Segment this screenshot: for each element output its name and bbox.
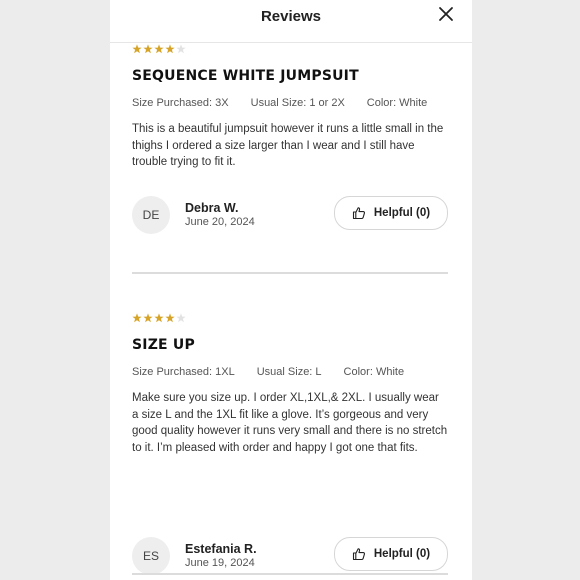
review-date: June 19, 2024 [185, 557, 255, 569]
helpful-button[interactable]: Helpful (0) [334, 537, 448, 571]
review-divider [132, 573, 448, 575]
review-divider [132, 272, 448, 274]
star-icon [132, 313, 142, 323]
star-icon [176, 44, 186, 54]
close-button[interactable] [438, 6, 454, 22]
review-body: Make sure you size up. I order XL,1XL,& … [132, 392, 448, 454]
review-body: This is a beautiful jumpsuit however it … [132, 123, 444, 168]
reviews-modal: Reviews SEQUENCE WHITE JUMPSUIT Size Pur… [110, 0, 472, 580]
close-icon [439, 7, 453, 21]
star-icon [165, 44, 175, 54]
star-icon [154, 44, 164, 54]
author-name: Debra W. [185, 201, 239, 215]
star-icon [143, 313, 153, 323]
review-date: June 20, 2024 [185, 216, 255, 228]
star-rating [132, 313, 448, 325]
avatar: DE [132, 196, 170, 234]
star-icon [132, 44, 142, 54]
modal-title: Reviews [260, 8, 322, 25]
review-title: SEQUENCE WHITE JUMPSUIT [132, 68, 359, 84]
avatar: ES [132, 537, 170, 575]
size-purchased: Size Purchased: 1XL [132, 366, 235, 378]
modal-header: Reviews [110, 0, 472, 43]
color: Color: White [366, 97, 428, 109]
star-icon [143, 44, 153, 54]
star-rating [132, 44, 448, 56]
star-icon [176, 313, 186, 323]
review-meta: Size Purchased: 3X Usual Size: 1 or 2X C… [132, 97, 448, 109]
thumbs-up-icon [352, 548, 365, 561]
helpful-button[interactable]: Helpful (0) [334, 196, 448, 230]
review-card: SIZE UP Size Purchased: 1XL Usual Size: … [132, 313, 448, 456]
thumbs-up-icon [352, 207, 365, 220]
review-meta: Size Purchased: 1XL Usual Size: L Color:… [132, 366, 448, 378]
star-icon [154, 313, 164, 323]
color: Color: White [343, 366, 405, 378]
star-icon [165, 313, 175, 323]
usual-size: Usual Size: 1 or 2X [250, 97, 345, 109]
helpful-label: Helpful (0) [373, 207, 431, 219]
review-card: SEQUENCE WHITE JUMPSUIT Size Purchased: … [132, 44, 448, 171]
author-name: Estefania R. [185, 542, 257, 556]
helpful-label: Helpful (0) [373, 548, 431, 560]
size-purchased: Size Purchased: 3X [132, 97, 229, 109]
review-author-row: DE Debra W. June 20, 2024 Helpful (0) [132, 196, 448, 236]
review-author-row: ES Estefania R. June 19, 2024 Helpful (0… [132, 537, 448, 577]
review-title: SIZE UP [132, 337, 195, 353]
usual-size: Usual Size: L [256, 366, 322, 378]
